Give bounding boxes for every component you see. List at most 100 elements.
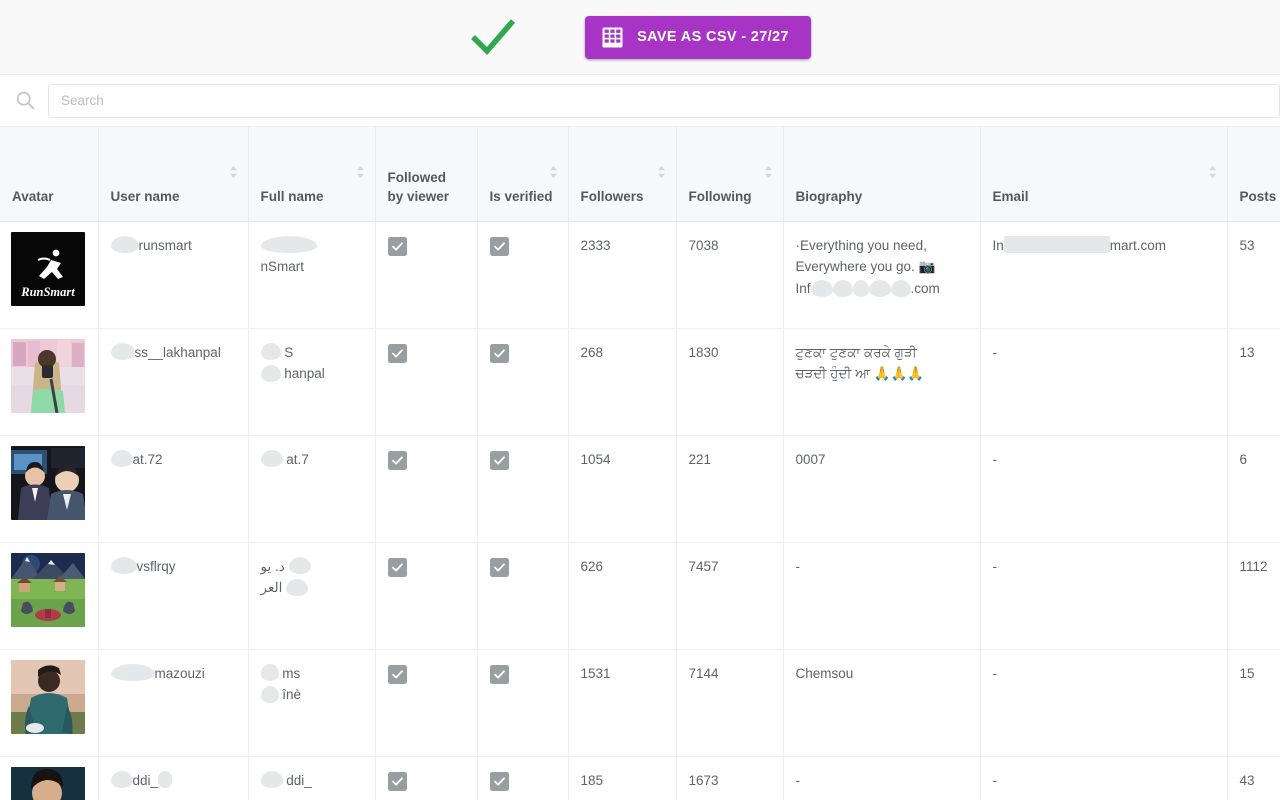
cell-posts: 53: [1227, 221, 1280, 328]
column-header-label: Posts: [1240, 189, 1277, 204]
save-as-csv-label: SAVE AS CSV - 27/27: [637, 29, 789, 45]
full-name-value: د. يو العر: [261, 559, 311, 596]
full-name-value: ddi_: [261, 773, 312, 788]
column-header-label: Biography: [796, 189, 863, 204]
svg-text:RunSmart: RunSmart: [20, 285, 75, 299]
cell-email: -: [980, 756, 1227, 800]
cell-user-name: vsflrqy: [98, 542, 248, 649]
top-toolbar: SAVE AS CSV - 27/27: [0, 0, 1280, 75]
full-name-value: ms înè: [261, 666, 302, 703]
save-as-csv-button[interactable]: SAVE AS CSV - 27/27: [585, 16, 811, 59]
redaction-blob: [289, 557, 311, 574]
column-header-email[interactable]: Email: [980, 127, 1227, 221]
cell-posts: 15: [1227, 649, 1280, 756]
user-name-value: ss__lakhanpal: [111, 345, 221, 360]
following-value: 7457: [689, 559, 719, 574]
cell-biography: ·Everything you need,Everywhere you go. …: [783, 221, 980, 328]
checkbox-checked[interactable]: [490, 451, 509, 470]
cell-email: -: [980, 649, 1227, 756]
cell-avatar: [0, 756, 98, 800]
green-check-icon: [469, 16, 517, 58]
cell-posts: 13: [1227, 328, 1280, 435]
cell-following: 1673: [676, 756, 783, 800]
column-header-label: User name: [111, 189, 180, 204]
posts-value: 13: [1240, 345, 1255, 360]
checkbox-checked[interactable]: [388, 665, 407, 684]
results-table-container[interactable]: Avatar User name Full name Followed by view…: [0, 127, 1280, 800]
checkbox-checked[interactable]: [490, 344, 509, 363]
biography-value: Chemsou: [796, 666, 854, 681]
checkbox-checked[interactable]: [490, 558, 509, 577]
cell-full-name: nSmart: [248, 221, 375, 328]
column-header-biography: Biography: [783, 127, 980, 221]
column-header-label: Followers: [581, 189, 644, 204]
redaction-blob: [111, 664, 155, 681]
redaction-blob: [111, 450, 133, 467]
redaction-blob: [261, 236, 317, 253]
cell-posts: 6: [1227, 435, 1280, 542]
search-icon[interactable]: [8, 84, 42, 118]
followers-value: 626: [581, 559, 604, 574]
cell-full-name: ddi_: [248, 756, 375, 800]
column-header-label: Followed by viewer: [388, 170, 450, 204]
column-header-label: Full name: [261, 189, 324, 204]
cell-avatar: [0, 328, 98, 435]
checkbox-checked[interactable]: [388, 237, 407, 256]
column-header-user_name[interactable]: User name: [98, 127, 248, 221]
table-row[interactable]: at.72 at.710542210007-6: [0, 435, 1280, 542]
redaction-blob: [261, 343, 281, 360]
cell-is-verified: [477, 328, 568, 435]
full-name-value: at.7: [261, 452, 309, 467]
redaction-blob: [261, 664, 279, 681]
table-row[interactable]: ddi_ ddi_1851673--43: [0, 756, 1280, 800]
column-header-verified[interactable]: Is verified: [477, 127, 568, 221]
cell-followers: 1054: [568, 435, 676, 542]
cell-following: 7457: [676, 542, 783, 649]
cell-biography: -: [783, 756, 980, 800]
table-row[interactable]: ss__lakhanpal S hanpal2681830ਟੁਣਕਾ ਟੁਣਕਾ…: [0, 328, 1280, 435]
redaction-blob: [1004, 236, 1110, 253]
cell-followed-by-viewer: [375, 756, 477, 800]
table-grid-icon: [602, 27, 623, 48]
biography-value: -: [796, 559, 801, 574]
cell-following: 221: [676, 435, 783, 542]
column-header-following[interactable]: Following: [676, 127, 783, 221]
table-row[interactable]: vsflrqy د. يو العر6267457--1112: [0, 542, 1280, 649]
redaction-blob: [833, 280, 853, 297]
table-row[interactable]: RunSmartrunsmart nSmart23337038·Everythi…: [0, 221, 1280, 328]
email-value: -: [993, 559, 998, 574]
column-header-followed: Followed by viewer: [375, 127, 477, 221]
email-value: Inmart.com: [993, 238, 1167, 253]
checkbox-checked[interactable]: [388, 772, 407, 791]
cell-user-name: mazouzi: [98, 649, 248, 756]
column-header-label: Avatar: [12, 189, 54, 204]
checkbox-checked[interactable]: [490, 237, 509, 256]
redaction-blob: [261, 450, 283, 467]
full-name-value: nSmart: [261, 238, 317, 275]
checkbox-checked[interactable]: [388, 344, 407, 363]
table-row[interactable]: mazouzi ms înè15317144Chemsou-15: [0, 649, 1280, 756]
checkbox-checked[interactable]: [490, 772, 509, 791]
user-name-value: vsflrqy: [111, 559, 176, 574]
checkbox-checked[interactable]: [490, 665, 509, 684]
avatar: [11, 767, 85, 800]
column-header-followers[interactable]: Followers: [568, 127, 676, 221]
cell-full-name: ms înè: [248, 649, 375, 756]
cell-full-name: د. يو العر: [248, 542, 375, 649]
checkbox-checked[interactable]: [388, 451, 407, 470]
redaction-blob: [891, 280, 911, 297]
cell-avatar: [0, 542, 98, 649]
cell-followers: 1531: [568, 649, 676, 756]
posts-value: 43: [1240, 773, 1255, 788]
redaction-blob: [111, 771, 133, 788]
column-header-full_name[interactable]: Full name: [248, 127, 375, 221]
cell-followed-by-viewer: [375, 328, 477, 435]
email-value: -: [993, 345, 998, 360]
search-input[interactable]: [48, 84, 1280, 118]
cell-biography: -: [783, 542, 980, 649]
search-bar: [0, 75, 1280, 127]
checkbox-checked[interactable]: [388, 558, 407, 577]
cell-is-verified: [477, 221, 568, 328]
redaction-blob: [261, 365, 281, 382]
cell-followed-by-viewer: [375, 435, 477, 542]
